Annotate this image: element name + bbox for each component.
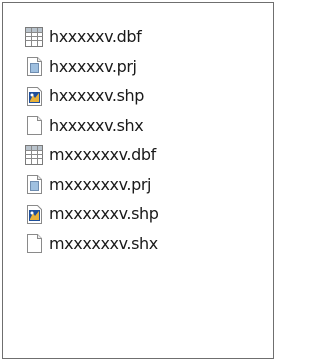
file-item[interactable]: mxxxxxxv.dbf (23, 140, 159, 170)
file-item[interactable]: hxxxxxv.shx (23, 111, 159, 141)
shape-file-icon (23, 85, 45, 107)
file-item[interactable]: hxxxxxv.shp (23, 81, 159, 111)
file-item[interactable]: hxxxxxv.prj (23, 52, 159, 82)
file-list: hxxxxxv.dbf hxxxxxv.prj hxxxxxv.shp hxxx… (23, 22, 159, 258)
blank-file-icon (23, 232, 45, 254)
file-name: hxxxxxv.shx (49, 115, 144, 135)
file-name: hxxxxxv.prj (49, 56, 137, 76)
text-file-icon (23, 55, 45, 77)
file-name: hxxxxxv.dbf (49, 27, 142, 47)
shape-file-icon (23, 203, 45, 225)
file-name: mxxxxxxv.shx (49, 233, 158, 253)
text-file-icon (23, 173, 45, 195)
file-list-panel: hxxxxxv.dbf hxxxxxv.prj hxxxxxv.shp hxxx… (2, 2, 274, 359)
file-item[interactable]: mxxxxxxv.shp (23, 199, 159, 229)
file-item[interactable]: mxxxxxxv.prj (23, 170, 159, 200)
file-item[interactable]: mxxxxxxv.shx (23, 229, 159, 259)
blank-file-icon (23, 114, 45, 136)
file-name: mxxxxxxv.prj (49, 174, 152, 194)
file-name: hxxxxxv.shp (49, 86, 145, 106)
table-file-icon (23, 26, 45, 48)
file-name: mxxxxxxv.dbf (49, 145, 156, 165)
table-file-icon (23, 144, 45, 166)
file-item[interactable]: hxxxxxv.dbf (23, 22, 159, 52)
file-name: mxxxxxxv.shp (49, 204, 159, 224)
